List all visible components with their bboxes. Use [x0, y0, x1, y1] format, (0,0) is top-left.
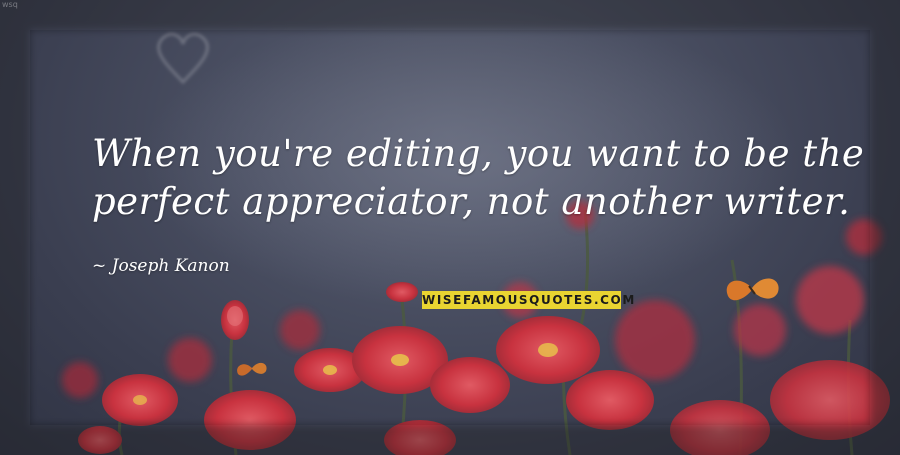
flower-background: [0, 0, 900, 455]
butterfly-icon: [726, 278, 779, 301]
quote-line: perfect appreciator, not another writer.: [92, 180, 851, 223]
quote-image: wsq When you're editing, you want to be …: [0, 0, 900, 455]
quote-text: When you're editing, you want to be the …: [92, 130, 865, 226]
site-watermark: WISEFAMOUSQUOTES.COM: [422, 291, 636, 309]
butterfly-icon: [237, 362, 267, 376]
quote-line: When you're editing, you want to be the: [92, 132, 865, 175]
quote-author: ~ Joseph Kanon: [92, 256, 230, 276]
corner-watermark: wsq: [2, 0, 18, 9]
